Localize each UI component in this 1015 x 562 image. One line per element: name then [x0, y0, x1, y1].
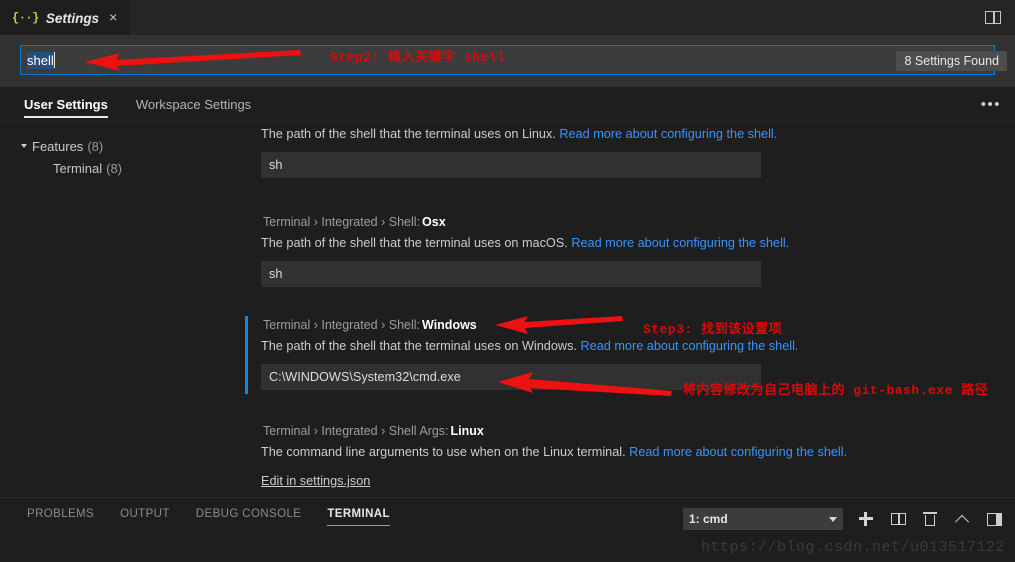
tab-workspace-settings[interactable]: Workspace Settings	[122, 87, 265, 122]
edit-in-settings-json-link[interactable]: Edit in settings.json	[261, 474, 370, 488]
split-editor-icon[interactable]	[985, 11, 1001, 24]
maximize-panel-icon[interactable]	[985, 510, 1003, 528]
json-braces-icon: {··}	[12, 11, 39, 25]
read-more-link[interactable]: Read more about configuring the shell.	[571, 236, 789, 250]
terminal-instance-label: 1: cmd	[689, 512, 728, 526]
setting-value-input[interactable]: sh	[261, 261, 761, 287]
setting-description-text: The path of the shell that the terminal …	[261, 236, 568, 250]
settings-body: Features (8) Terminal (8) The path of th…	[0, 122, 1015, 497]
setting-title-key: Osx	[422, 215, 446, 229]
setting-title-key: Linux	[450, 424, 484, 438]
setting-title-prefix: Terminal › Integrated › Shell:	[263, 318, 421, 332]
chevron-down-icon[interactable]	[829, 516, 837, 522]
tab-workspace-settings-label: Workspace Settings	[135, 96, 252, 112]
setting-value-text: sh	[269, 158, 283, 172]
panel-tab-terminal[interactable]: TERMINAL	[314, 508, 403, 526]
setting-description: The path of the shell that the terminal …	[261, 126, 1015, 143]
panel-tab-debug-console[interactable]: DEBUG CONSOLE	[183, 508, 315, 520]
chevron-up-icon[interactable]	[953, 510, 971, 529]
settings-found-badge: 8 Settings Found	[896, 51, 1007, 71]
setting-value-text: sh	[269, 267, 283, 281]
search-input[interactable]: shell	[20, 45, 995, 75]
settings-scope-tabs: User Settings Workspace Settings •••	[0, 87, 1015, 122]
toc-item-terminal-count: (8)	[106, 160, 123, 176]
toc-item-terminal-label: Terminal	[53, 160, 103, 176]
toc-item-features-count: (8)	[87, 138, 104, 154]
vscode-window: {··} Settings × shell 8 Settings Found U…	[0, 0, 1015, 562]
settings-search-row: shell 8 Settings Found	[0, 35, 1015, 87]
search-input-value: shell	[27, 51, 54, 69]
chevron-down-icon[interactable]	[21, 144, 27, 148]
setting-value-input[interactable]: sh	[261, 152, 761, 178]
split-terminal-icon[interactable]	[889, 510, 907, 528]
setting-description-text: The command line arguments to use when o…	[261, 445, 626, 459]
tab-user-settings[interactable]: User Settings	[10, 87, 122, 122]
more-actions-icon[interactable]: •••	[981, 97, 1015, 112]
setting-value-input[interactable]: C:\WINDOWS\System32\cmd.exe	[261, 364, 761, 390]
setting-description-text: The path of the shell that the terminal …	[261, 127, 556, 141]
setting-title-prefix: Terminal › Integrated › Shell Args:	[263, 424, 449, 438]
new-terminal-icon[interactable]	[857, 510, 875, 528]
read-more-link[interactable]: Read more about configuring the shell.	[580, 339, 798, 353]
settings-list: The path of the shell that the terminal …	[245, 122, 1015, 497]
read-more-link[interactable]: Read more about configuring the shell.	[559, 127, 777, 141]
setting-title-prefix: Terminal › Integrated › Shell:	[263, 215, 421, 229]
kill-terminal-icon[interactable]	[921, 510, 939, 528]
setting-description-text: The path of the shell that the terminal …	[261, 339, 577, 353]
panel-tab-terminal-label: TERMINAL	[327, 508, 390, 520]
toc-item-features-label: Features	[32, 138, 84, 154]
setting-title: Terminal › Integrated › Shell: Osx	[261, 215, 1015, 229]
tab-settings[interactable]: {··} Settings ×	[0, 0, 131, 35]
setting-terminal-integrated-shellargs-linux: Terminal › Integrated › Shell Args: Linux…	[245, 424, 1015, 490]
setting-value-text: C:\WINDOWS\System32\cmd.exe	[269, 370, 461, 384]
editor-actions	[985, 0, 1015, 35]
setting-description: The command line arguments to use when o…	[261, 444, 1015, 461]
text-cursor	[53, 52, 56, 68]
editor-tab-bar: {··} Settings ×	[0, 0, 1015, 35]
setting-title-key: Windows	[422, 318, 477, 332]
terminal-instance-select[interactable]: 1: cmd	[683, 508, 843, 530]
settings-toc: Features (8) Terminal (8)	[0, 122, 245, 497]
panel-tab-output[interactable]: OUTPUT	[107, 508, 183, 520]
tab-user-settings-label: User Settings	[24, 96, 108, 112]
setting-description: The path of the shell that the terminal …	[261, 338, 1015, 355]
panel-tab-problems[interactable]: PROBLEMS	[14, 508, 107, 520]
tab-label: Settings	[45, 10, 100, 26]
setting-terminal-integrated-shell-linux: The path of the shell that the terminal …	[245, 126, 1015, 178]
panel-tab-problems-label: PROBLEMS	[27, 508, 95, 520]
panel-tab-output-label: OUTPUT	[120, 508, 170, 520]
setting-title: Terminal › Integrated › Shell: Windows	[261, 318, 1015, 332]
bottom-panel: PROBLEMS OUTPUT DEBUG CONSOLE TERMINAL 1…	[0, 497, 1015, 562]
toc-item-terminal[interactable]: Terminal (8)	[0, 157, 245, 179]
watermark-url: https://blog.csdn.net/u013517122	[700, 539, 1005, 556]
setting-terminal-integrated-shell-osx: Terminal › Integrated › Shell: Osx The pa…	[245, 215, 1015, 287]
setting-description: The path of the shell that the terminal …	[261, 235, 1015, 252]
toc-item-features[interactable]: Features (8)	[0, 135, 245, 157]
panel-tab-debug-console-label: DEBUG CONSOLE	[195, 508, 302, 520]
panel-tabs: PROBLEMS OUTPUT DEBUG CONSOLE TERMINAL	[14, 508, 403, 526]
setting-title: Terminal › Integrated › Shell Args: Linux	[261, 424, 1015, 438]
read-more-link[interactable]: Read more about configuring the shell.	[629, 445, 847, 459]
panel-actions: 1: cmd	[683, 508, 1003, 530]
close-icon[interactable]: ×	[106, 10, 120, 26]
setting-terminal-integrated-shell-windows: Terminal › Integrated › Shell: Windows Th…	[245, 316, 1015, 394]
